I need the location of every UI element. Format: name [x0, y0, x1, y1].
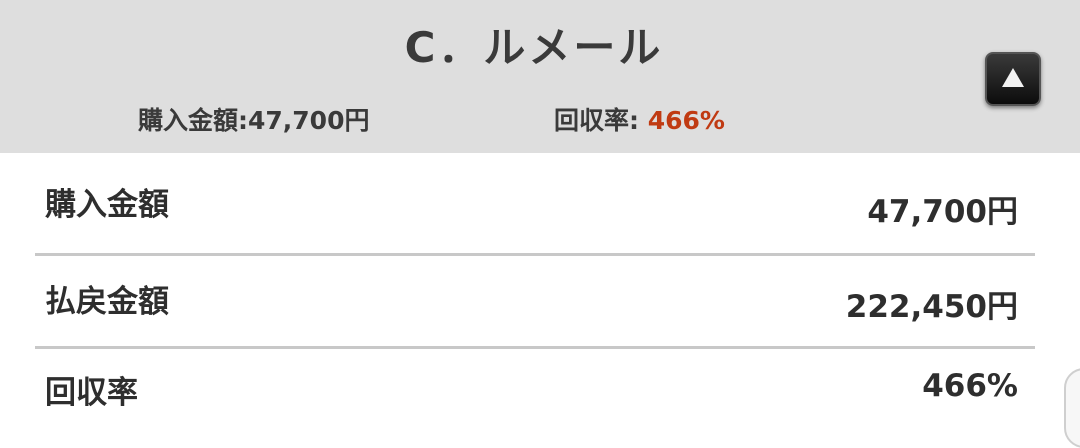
row-label-return-rate: 回収率: [45, 375, 138, 411]
detail-row-purchase: 購入金額 47,700円: [0, 153, 1036, 255]
row-value-return-rate: 466%: [922, 368, 1018, 404]
summary-rate-label: 回収率:: [554, 106, 648, 135]
summary-return-rate: 回収率: 466%: [554, 101, 725, 137]
row-label-payout: 払戻金額: [45, 284, 169, 320]
summary-purchase-amount: 購入金額:47,700円: [138, 101, 369, 137]
collapse-toggle-button[interactable]: [985, 52, 1041, 106]
jockey-name: C．ルメール: [404, 23, 664, 72]
jockey-summary-header: C．ルメール 購入金額:47,700円 回収率: 466%: [0, 0, 1080, 153]
scroll-handle[interactable]: [1064, 368, 1080, 448]
detail-row-return-rate: 回収率 466%: [0, 349, 1036, 428]
row-value-payout: 222,450円: [845, 289, 1018, 325]
row-label-purchase: 購入金額: [45, 187, 169, 223]
detail-row-payout: 払戻金額 222,450円: [0, 256, 1036, 348]
row-value-purchase: 47,700円: [867, 194, 1018, 230]
summary-purchase-label: 購入金額:: [138, 106, 248, 135]
summary-rate-value: 466%: [647, 106, 725, 135]
summary-purchase-value: 47,700円: [248, 106, 370, 135]
triangle-up-icon: [1002, 68, 1024, 87]
